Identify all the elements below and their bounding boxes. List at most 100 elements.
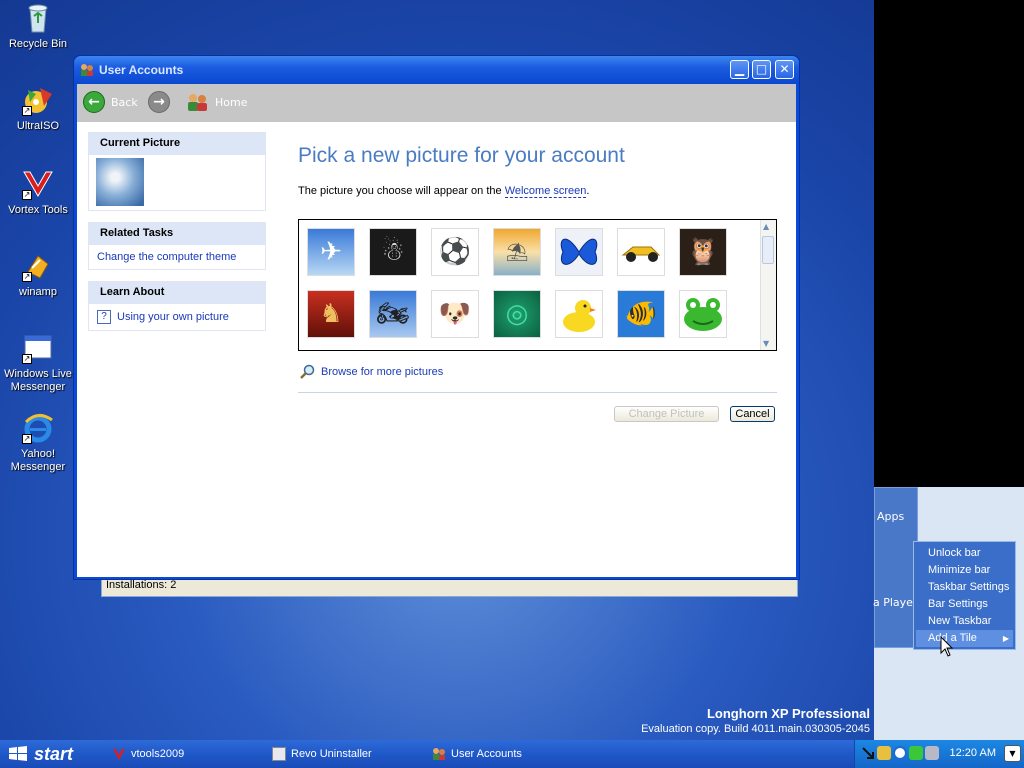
home-button[interactable]: Home (187, 90, 247, 114)
soccer-ball-icon: ⚽ (438, 237, 472, 267)
taskbar-context-menu[interactable]: Unlock bar Minimize bar Taskbar Settings… (913, 541, 1016, 650)
separator (298, 392, 777, 393)
browse-pictures-link[interactable]: Browse for more pictures (299, 364, 443, 380)
menu-item-minimize-bar[interactable]: Minimize bar (914, 562, 1015, 579)
tray-arrow-icon[interactable] (861, 746, 875, 760)
back-arrow-icon: ← (83, 91, 105, 113)
cancel-button[interactable]: Cancel (730, 406, 775, 422)
tray-app-icon[interactable] (877, 746, 891, 760)
frog-icon (684, 298, 722, 331)
tray-settings-icon[interactable] (925, 746, 939, 760)
picture-astronaut[interactable]: ☃ (369, 228, 417, 276)
picture-butterfly[interactable] (555, 228, 603, 276)
picture-soccer-ball[interactable]: ⚽ (431, 228, 479, 276)
windows-logo-icon (8, 744, 28, 764)
desktop-icon-winamp[interactable]: ↗ winamp (0, 250, 76, 299)
butterfly-icon (560, 238, 598, 265)
taskbar-item-user-accounts[interactable]: User Accounts (432, 743, 522, 765)
desktop-icon-ultraiso[interactable]: ↗ UltraISO (0, 84, 76, 133)
tray-network-icon[interactable] (909, 746, 923, 760)
minimize-icon: ▁ (734, 62, 745, 76)
back-button[interactable]: ← Back (83, 90, 138, 114)
race-car-icon (621, 246, 661, 262)
start-button[interactable]: start (0, 740, 84, 768)
rubber-duck-icon (563, 300, 596, 332)
welcome-screen-link[interactable]: Welcome screen (504, 185, 587, 198)
description: The picture you choose will appear on th… (298, 185, 589, 198)
title-bar[interactable]: User Accounts ▁ □ ✕ (74, 56, 799, 84)
taskbar: start vtools2009 Revo Uninstaller User A… (0, 740, 1024, 768)
magnifier-icon (299, 364, 315, 380)
picture-airplane[interactable]: ✈ (307, 228, 355, 276)
minimize-button[interactable]: ▁ (730, 60, 749, 79)
owl-icon: 🦉 (686, 237, 720, 267)
menu-item-new-taskbar[interactable]: New Taskbar (914, 613, 1015, 630)
desktop-icon-yahoo-messenger[interactable]: ↗ Yahoo! Messenger (0, 412, 76, 474)
desktop-icon-label: Windows Live Messenger (4, 368, 72, 393)
desktop-icon-label: Yahoo! Messenger (10, 448, 66, 473)
task-label: Revo Uninstaller (291, 748, 372, 760)
picture-beach-chair[interactable]: ⛱ (493, 228, 541, 276)
black-panel (874, 0, 1024, 487)
astronaut-icon: ☃ (381, 237, 405, 267)
picture-frog[interactable] (679, 290, 727, 338)
picture-green-swirl[interactable]: ◎ (493, 290, 541, 338)
home-label: Home (215, 95, 248, 109)
shortcut-arrow-icon: ↗ (22, 106, 32, 116)
vortex-icon: ↗ (22, 168, 54, 200)
picture-owl[interactable]: 🦉 (679, 228, 727, 276)
close-button[interactable]: ✕ (775, 60, 794, 79)
sidebar-tile-apps[interactable]: Apps (877, 510, 904, 523)
winamp-icon: ↗ (22, 250, 54, 282)
mouse-cursor-icon (940, 635, 954, 658)
taskbar-item-revo-uninstaller[interactable]: Revo Uninstaller (272, 743, 372, 765)
sidebar-tile-player[interactable]: a Player (873, 596, 917, 609)
current-picture-panel: Current Picture (88, 132, 266, 211)
picture-list[interactable]: ✈ ☃ ⚽ ⛱ 🦉 ♞ 🏍 🐶 ◎ 🐠 ▲ ▼ (298, 219, 777, 351)
scroll-thumb[interactable] (762, 236, 774, 264)
ie-icon: ↗ (22, 412, 54, 444)
user-accounts-window[interactable]: User Accounts ▁ □ ✕ ← Back → Home Curren… (73, 55, 800, 580)
tray-chevron-icon[interactable]: ▼ (1004, 745, 1021, 762)
own-picture-link[interactable]: ? Using your own picture (89, 304, 265, 330)
scroll-down-icon[interactable]: ▼ (763, 339, 769, 348)
change-theme-link[interactable]: Change the computer theme (89, 245, 265, 269)
picture-list-scrollbar[interactable]: ▲ ▼ (760, 220, 776, 350)
forward-button[interactable]: → (148, 90, 176, 114)
picture-rubber-duck[interactable] (555, 290, 603, 338)
submenu-arrow-icon: ▶ (1002, 634, 1009, 643)
menu-item-unlock-bar[interactable]: Unlock bar (914, 545, 1015, 562)
window-content: Current Picture Related Tasks Change the… (77, 122, 796, 577)
desktop-icon-recycle-bin[interactable]: Recycle Bin (0, 2, 76, 51)
help-icon: ? (97, 310, 111, 324)
page-heading: Pick a new picture for your account (298, 144, 625, 167)
sidebar-tile[interactable]: Apps a Player (873, 487, 918, 648)
fish-icon: 🐠 (624, 299, 658, 329)
user-accounts-icon (432, 747, 446, 761)
menu-item-add-a-tile[interactable]: Add a Tile ▶ (916, 630, 1013, 647)
desktop-icon-vortex-tools[interactable]: ↗ Vortex Tools (0, 168, 76, 217)
picture-fish[interactable]: 🐠 (617, 290, 665, 338)
scroll-up-icon[interactable]: ▲ (763, 222, 769, 231)
shortcut-arrow-icon: ↗ (22, 434, 32, 444)
start-label: start (34, 743, 74, 764)
clock[interactable]: 12:20 AM (950, 747, 996, 759)
picture-dirt-bike[interactable]: 🏍 (369, 290, 417, 338)
system-tray: 12:20 AM ▼ (854, 740, 1024, 768)
menu-item-taskbar-settings[interactable]: Taskbar Settings (914, 579, 1015, 596)
maximize-button[interactable]: □ (752, 60, 771, 79)
picture-chess[interactable]: ♞ (307, 290, 355, 338)
navigation-bar: ← Back → Home (77, 84, 796, 122)
picture-dog[interactable]: 🐶 (431, 290, 479, 338)
change-picture-button[interactable]: Change Picture (614, 406, 719, 422)
tray-c-icon[interactable] (893, 746, 907, 760)
home-users-icon (187, 92, 209, 112)
menu-item-bar-settings[interactable]: Bar Settings (914, 596, 1015, 613)
learn-about-heading: Learn About (89, 282, 265, 304)
taskbar-item-vtools2009[interactable]: vtools2009 (112, 743, 184, 765)
current-picture-heading: Current Picture (89, 133, 265, 155)
installer-status-bar: Installations: 2 (101, 577, 798, 597)
desktop-icon-windows-live-messenger[interactable]: ↗ Windows Live Messenger (0, 332, 76, 394)
learn-about-panel: Learn About ? Using your own picture (88, 281, 266, 331)
picture-race-car[interactable] (617, 228, 665, 276)
